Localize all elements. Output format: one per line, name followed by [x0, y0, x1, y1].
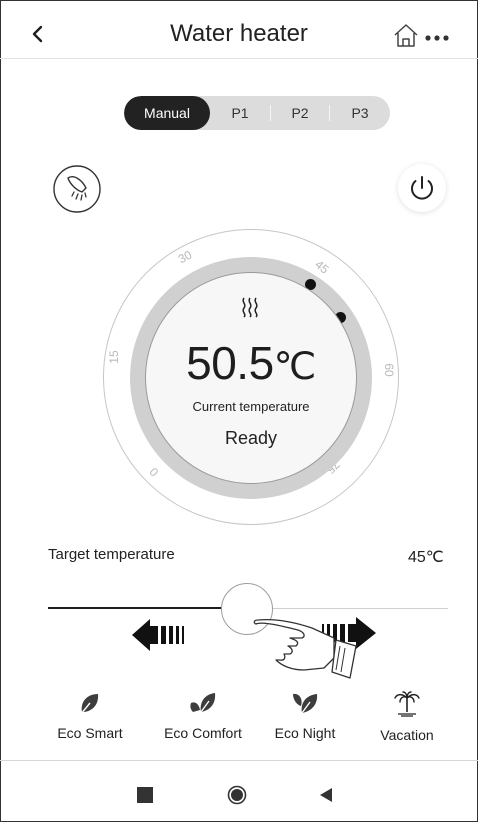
leaf-moon-icon — [293, 693, 318, 714]
dial-tick-15: 15 — [107, 350, 121, 364]
mode-label: Vacation — [380, 727, 434, 743]
leaf-icon — [80, 694, 99, 715]
power-icon — [411, 176, 433, 200]
power-button[interactable] — [398, 164, 446, 212]
tab-p1[interactable]: P1 — [210, 96, 270, 130]
slider-track-empty[interactable] — [272, 608, 448, 609]
heater-status: Ready — [224, 428, 278, 448]
mode-eco-comfort[interactable]: Eco Comfort — [153, 690, 253, 741]
target-temperature-label: Target temperature — [48, 546, 175, 563]
arrow-left-icon — [130, 615, 192, 655]
navbar-divider — [0, 760, 478, 761]
nav-home-icon[interactable] — [227, 785, 247, 805]
mode-eco-night[interactable]: Eco Night — [255, 690, 355, 741]
mode-label: Eco Smart — [57, 725, 123, 741]
tab-manual[interactable]: Manual — [124, 96, 210, 130]
mode-vacation[interactable]: Vacation — [357, 690, 457, 743]
current-temperature-label: Current temperature — [192, 399, 310, 414]
more-icon[interactable] — [424, 30, 452, 41]
mode-tabs: Manual P1 P2 P3 — [124, 96, 390, 130]
slider-track-filled[interactable] — [48, 607, 222, 609]
nav-back-icon[interactable] — [318, 787, 334, 803]
header-divider — [0, 58, 478, 59]
heat-wave-icon — [238, 296, 262, 318]
temperature-unit: ℃ — [273, 346, 317, 388]
target-temperature-value: 45℃ — [408, 549, 444, 566]
mode-label: Eco Comfort — [164, 725, 242, 741]
tab-p2[interactable]: P2 — [271, 96, 329, 130]
home-icon[interactable] — [392, 22, 420, 48]
current-temperature: 50.5℃ — [130, 336, 372, 390]
palm-tree-icon — [394, 691, 420, 717]
mode-eco-smart[interactable]: Eco Smart — [40, 690, 140, 741]
dial-tick-60: 60 — [382, 363, 396, 377]
leaf-pot-icon — [190, 693, 216, 713]
shower-icon[interactable] — [52, 164, 102, 214]
pointing-hand-icon — [252, 616, 368, 690]
mode-label: Eco Night — [274, 725, 336, 741]
recent-apps-icon[interactable] — [137, 787, 153, 803]
tab-p3[interactable]: P3 — [330, 96, 390, 130]
current-temperature-value: 50.5 — [186, 337, 274, 389]
